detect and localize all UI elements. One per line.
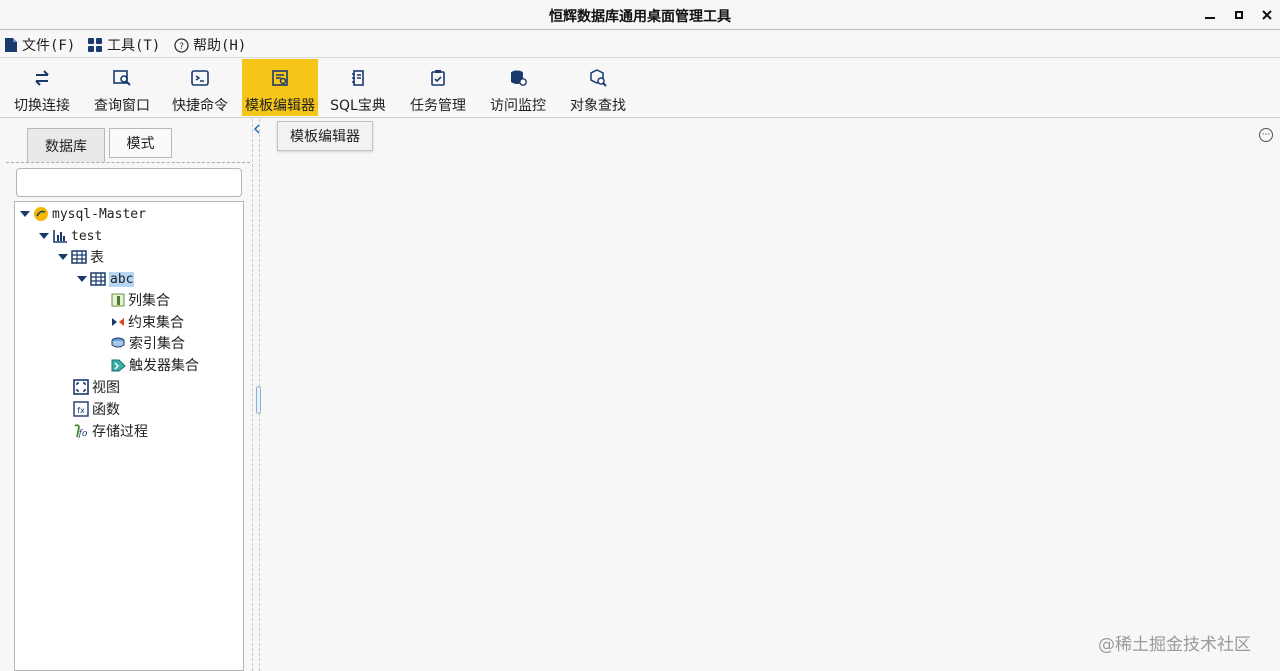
function-icon: fx [73, 401, 89, 417]
tree-node-procedures[interactable]: fo 存储过程 [73, 421, 148, 441]
more-options-icon[interactable]: ··· [1259, 128, 1273, 142]
menu-help[interactable]: ? 帮助(H) [174, 35, 246, 55]
tree-node-database[interactable]: test [39, 226, 102, 246]
index-icon [111, 337, 125, 348]
tree-node-triggers[interactable]: 触发器集合 [111, 355, 199, 375]
tool-monitor[interactable]: 访问监控 [480, 59, 556, 116]
tree-node-procedures-label: 存储过程 [92, 424, 148, 440]
tree-search-input[interactable] [16, 168, 242, 197]
tab-schema[interactable]: 模式 [109, 128, 172, 158]
tree-node-connection[interactable]: mysql-Master [20, 204, 146, 224]
tree-node-views-label: 视图 [92, 380, 120, 396]
tool-switch-connection-label: 切换连接 [14, 98, 70, 114]
tree-node-table-abc-label: abc [109, 271, 135, 287]
tool-task[interactable]: 任务管理 [400, 59, 476, 116]
collapse-arrow-icon[interactable] [254, 124, 260, 134]
tree-node-table-abc[interactable]: abc [77, 269, 135, 289]
tree-node-database-label: test [71, 228, 103, 244]
tab-database-label: 数据库 [45, 138, 87, 155]
table-icon [90, 272, 106, 286]
tree-node-functions[interactable]: fx 函数 [73, 399, 120, 419]
svg-text:fx: fx [77, 406, 85, 415]
tree-node-connection-label: mysql-Master [52, 206, 146, 222]
expand-arrow-icon [20, 211, 30, 217]
menu-help-label: 帮助(H) [193, 38, 247, 54]
expand-arrow-icon [39, 233, 49, 239]
tab-template-editor[interactable]: 模板编辑器 [277, 121, 373, 151]
watermark: @稀土掘金技术社区 [1098, 635, 1251, 655]
tree-node-indexes-label: 索引集合 [129, 336, 185, 352]
tab-schema-label: 模式 [126, 136, 155, 152]
tool-template-editor-label: 模板编辑器 [245, 98, 315, 114]
tool-query-window-label: 查询窗口 [94, 98, 150, 114]
maximize-icon [1235, 11, 1243, 19]
tree-node-indexes[interactable]: 索引集合 [111, 333, 185, 353]
monitor-icon [511, 70, 527, 86]
menu-bar: 文件(F) 工具(T) ? 帮助(H) [0, 31, 1280, 58]
menu-tools[interactable]: 工具(T) [88, 35, 160, 55]
tool-monitor-label: 访问监控 [490, 98, 546, 114]
tree-node-tables-label: 表 [90, 250, 104, 266]
toolbar: 切换连接 查询窗口 快捷命令 模板编辑器 SQL宝典 任务管理 访问监控 对象查… [0, 59, 1280, 118]
task-icon [431, 70, 445, 86]
columns-icon [111, 293, 125, 307]
template-editor-icon [272, 70, 288, 86]
minimize-button[interactable] [1199, 4, 1221, 26]
svg-text:fo: fo [78, 429, 88, 439]
close-button[interactable] [1256, 4, 1278, 26]
tree-node-columns[interactable]: 列集合 [111, 290, 170, 310]
tool-command-label: 快捷命令 [172, 98, 228, 114]
title-bar: 恒辉数据库通用桌面管理工具 [0, 0, 1280, 30]
database-tree[interactable]: mysql-Master test 表 abc 列集合 约束集合 索引集合 触发… [14, 201, 244, 671]
tool-template-editor[interactable]: 模板编辑器 [242, 59, 318, 116]
view-icon [73, 379, 89, 395]
help-icon: ? [174, 37, 189, 53]
tool-query-window[interactable]: 查询窗口 [84, 59, 160, 116]
tool-command[interactable]: 快捷命令 [162, 59, 238, 116]
constraint-icon [112, 318, 124, 326]
tree-node-constraints-label: 约束集合 [128, 315, 184, 331]
tab-template-editor-label: 模板编辑器 [290, 129, 360, 145]
close-icon [1262, 10, 1272, 20]
tab-divider [6, 162, 250, 163]
tree-node-triggers-label: 触发器集合 [129, 358, 199, 374]
tree-node-columns-label: 列集合 [128, 293, 170, 309]
switch-connection-icon [35, 70, 49, 86]
menu-tools-label: 工具(T) [107, 38, 161, 54]
tool-switch-connection[interactable]: 切换连接 [4, 59, 80, 116]
database-icon [53, 230, 67, 243]
tree-node-constraints[interactable]: 约束集合 [111, 312, 184, 332]
tree-node-views[interactable]: 视图 [73, 377, 120, 397]
expand-arrow-icon [58, 254, 68, 260]
tool-task-label: 任务管理 [410, 98, 466, 114]
object-search-icon [590, 69, 607, 87]
table-icon [71, 250, 87, 264]
tools-icon [88, 37, 102, 52]
menu-file-label: 文件(F) [22, 38, 76, 54]
tree-node-tables[interactable]: 表 [58, 247, 104, 267]
query-window-icon [113, 70, 131, 86]
window-title: 恒辉数据库通用桌面管理工具 [549, 9, 731, 25]
tool-sql-book-label: SQL宝典 [330, 98, 386, 114]
procedure-icon: fo [74, 424, 88, 439]
command-icon [191, 70, 209, 86]
tab-database[interactable]: 数据库 [27, 128, 105, 162]
tree-node-functions-label: 函数 [92, 402, 120, 418]
left-panel: 数据库 模式 mysql-Master test 表 abc 列集合 约束集合 … [0, 119, 252, 671]
tool-sql-book[interactable]: SQL宝典 [322, 59, 394, 116]
tool-object-search[interactable]: 对象查找 [560, 59, 636, 116]
maximize-button[interactable] [1228, 4, 1250, 26]
file-icon [5, 38, 17, 52]
mysql-connection-icon [34, 207, 48, 221]
tool-object-search-label: 对象查找 [570, 98, 626, 114]
expand-arrow-icon [77, 276, 87, 282]
svg-text:?: ? [179, 42, 184, 52]
trigger-icon [111, 359, 126, 372]
sql-book-icon [352, 70, 364, 86]
minimize-icon [1205, 17, 1215, 19]
main-content: 模板编辑器 ··· [261, 119, 1280, 671]
menu-file[interactable]: 文件(F) [4, 35, 75, 55]
